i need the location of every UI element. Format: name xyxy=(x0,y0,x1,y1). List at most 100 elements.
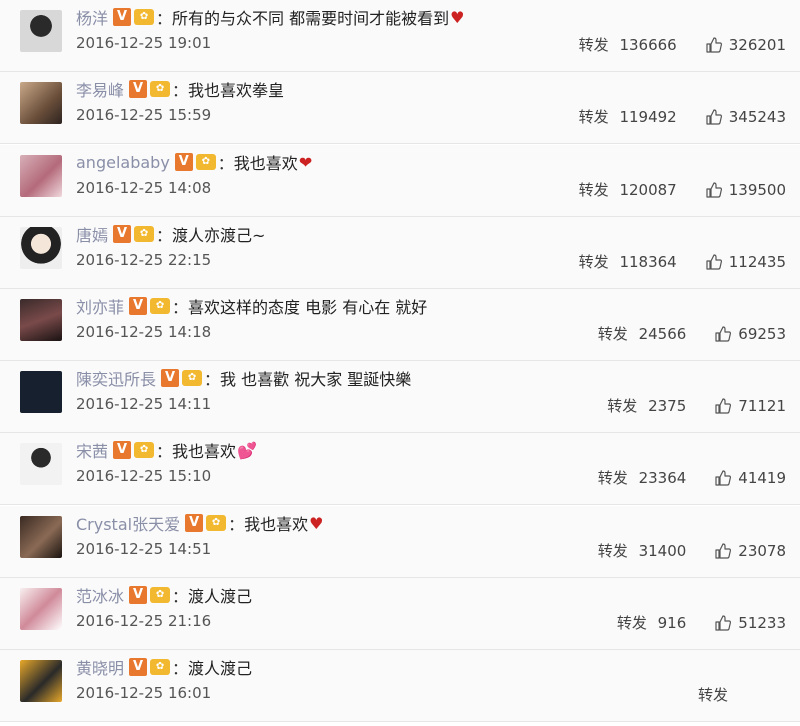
comment-text: 喜欢这样的态度 电影 有心在 就好 xyxy=(188,298,428,317)
avatar[interactable] xyxy=(20,299,62,341)
comment-row: Crystal张天爱 V ✿ ： 我也喜欢 ♥ 2016-12-25 14:51… xyxy=(0,506,800,578)
repost-button[interactable]: 转发 2375 xyxy=(607,395,686,416)
repost-button[interactable]: 转发 23364 xyxy=(598,467,687,488)
avatar[interactable] xyxy=(20,10,62,52)
comment-text: 我也喜欢 xyxy=(244,515,309,534)
comment-stats: 转发 24566 69253 xyxy=(598,323,786,344)
comment-row: 黄晓明 V ✿ ： 渡人渡己 2016-12-25 16:01 转发 xyxy=(0,650,800,722)
level-badge-icon: ✿ xyxy=(206,515,227,531)
verified-v-icon: V xyxy=(129,297,148,315)
thumbs-up-icon[interactable] xyxy=(714,469,732,487)
verified-v-icon: V xyxy=(129,80,148,98)
comment-text: 我也喜欢 xyxy=(233,154,298,173)
avatar[interactable] xyxy=(20,82,62,124)
colon-separator: ： xyxy=(204,370,221,389)
username-link[interactable]: 唐嫣 xyxy=(76,222,108,246)
repost-label: 转发 xyxy=(578,36,609,54)
username-link[interactable]: 刘亦菲 xyxy=(76,294,124,318)
emoji-icon: ❤ xyxy=(298,152,313,172)
like-count: 41419 xyxy=(738,468,786,487)
comment-timestamp: 2016-12-25 22:15 xyxy=(76,251,212,269)
repost-button[interactable]: 转发 120087 xyxy=(579,179,677,200)
thumbs-up-icon[interactable] xyxy=(705,36,723,54)
comment-row: 范冰冰 V ✿ ： 渡人渡己 2016-12-25 21:16 转发 916 5 xyxy=(0,578,800,650)
thumbs-up-icon[interactable] xyxy=(714,325,732,343)
repost-button[interactable]: 转发 136666 xyxy=(579,34,677,55)
comment-row: 刘亦菲 V ✿ ： 喜欢这样的态度 电影 有心在 就好 2016-12-25 1… xyxy=(0,289,800,361)
level-badge-icon: ✿ xyxy=(150,81,171,97)
verified-v-icon: V xyxy=(113,8,132,26)
comment-line: 杨洋 V ✿ ： 所有的与众不同 都需要时间才能被看到 ♥ xyxy=(76,4,464,30)
like-count: 71121 xyxy=(738,396,786,415)
comment-timestamp: 2016-12-25 19:01 xyxy=(76,34,212,52)
colon-separator: ： xyxy=(172,587,189,606)
avatar[interactable] xyxy=(20,227,62,269)
like-count: 112435 xyxy=(728,252,786,271)
thumbs-up-icon[interactable] xyxy=(705,181,723,199)
repost-button[interactable]: 转发 119492 xyxy=(579,106,677,127)
comment-stats: 转发 23364 41419 xyxy=(598,467,786,488)
level-badge-icon: ✿ xyxy=(134,226,155,242)
avatar[interactable] xyxy=(20,371,62,413)
repost-label: 转发 xyxy=(697,686,728,704)
like-count: 326201 xyxy=(728,35,786,54)
thumbs-up-icon[interactable] xyxy=(714,397,732,415)
avatar[interactable] xyxy=(20,516,62,558)
username-link[interactable]: 范冰冰 xyxy=(76,583,124,607)
level-badge-icon: ✿ xyxy=(150,659,171,675)
comment-text: 渡人亦渡己~ xyxy=(172,226,266,245)
avatar[interactable] xyxy=(20,443,62,485)
comment-timestamp: 2016-12-25 16:01 xyxy=(76,684,212,702)
verified-v-icon: V xyxy=(129,586,148,604)
level-badge-icon: ✿ xyxy=(134,9,155,25)
comment-stats: 转发 136666 326201 xyxy=(579,34,786,55)
comment-line: 刘亦菲 V ✿ ： 喜欢这样的态度 电影 有心在 就好 xyxy=(76,293,428,319)
comment-line: Crystal张天爱 V ✿ ： 我也喜欢 ♥ xyxy=(76,510,323,536)
comment-line: 陳奕迅所長 V ✿ ： 我 也喜歡 祝大家 聖誕快樂 xyxy=(76,365,412,391)
repost-label: 转发 xyxy=(578,253,609,271)
repost-label: 转发 xyxy=(597,542,628,560)
verified-v-icon: V xyxy=(129,658,148,676)
repost-button[interactable]: 转发 118364 xyxy=(579,251,677,272)
repost-label: 转发 xyxy=(578,108,609,126)
comment-timestamp: 2016-12-25 14:51 xyxy=(76,540,212,558)
comment-list: 杨洋 V ✿ ： 所有的与众不同 都需要时间才能被看到 ♥ 2016-12-25… xyxy=(0,0,800,726)
avatar[interactable] xyxy=(20,155,62,197)
username-link[interactable]: 陳奕迅所長 xyxy=(76,366,156,390)
username-link[interactable]: Crystal张天爱 xyxy=(76,511,180,535)
repost-button[interactable]: 转发 916 xyxy=(617,612,686,633)
repost-count: 24566 xyxy=(638,325,687,343)
repost-button[interactable]: 转发 24566 xyxy=(598,323,687,344)
comment-timestamp: 2016-12-25 21:16 xyxy=(76,612,212,630)
username-link[interactable]: angelababy xyxy=(76,153,170,172)
username-link[interactable]: 宋茜 xyxy=(76,438,108,462)
comment-stats: 转发 916 51233 xyxy=(617,612,786,633)
comment-text: 所有的与众不同 都需要时间才能被看到 xyxy=(172,9,450,28)
repost-button[interactable]: 转发 xyxy=(698,684,734,705)
comment-text: 我也喜欢 xyxy=(172,442,237,461)
username-link[interactable]: 李易峰 xyxy=(76,77,124,101)
repost-button[interactable]: 转发 31400 xyxy=(598,540,687,561)
avatar[interactable] xyxy=(20,588,62,630)
comment-timestamp: 2016-12-25 14:11 xyxy=(76,395,212,413)
thumbs-up-icon[interactable] xyxy=(705,108,723,126)
verified-v-icon: V xyxy=(113,225,132,243)
emoji-icon: ♥ xyxy=(450,7,465,27)
comment-text: 我也喜欢拳皇 xyxy=(188,81,285,100)
comment-row: 宋茜 V ✿ ： 我也喜欢 💕 2016-12-25 15:10 转发 2336… xyxy=(0,433,800,505)
comment-row: 唐嫣 V ✿ ： 渡人亦渡己~ 2016-12-25 22:15 转发 1183… xyxy=(0,217,800,289)
comment-timestamp: 2016-12-25 14:18 xyxy=(76,323,212,341)
comment-line: 李易峰 V ✿ ： 我也喜欢拳皇 xyxy=(76,76,285,102)
like-count: 345243 xyxy=(728,107,786,126)
repost-label: 转发 xyxy=(616,614,647,632)
thumbs-up-icon[interactable] xyxy=(714,542,732,560)
avatar[interactable] xyxy=(20,660,62,702)
comment-text: 我 也喜歡 祝大家 聖誕快樂 xyxy=(220,370,412,389)
emoji-icon: ♥ xyxy=(309,513,324,533)
thumbs-up-icon[interactable] xyxy=(714,614,732,632)
username-link[interactable]: 杨洋 xyxy=(76,5,108,29)
repost-label: 转发 xyxy=(597,469,628,487)
username-link[interactable]: 黄晓明 xyxy=(76,655,124,679)
thumbs-up-icon[interactable] xyxy=(705,253,723,271)
level-badge-icon: ✿ xyxy=(134,442,155,458)
